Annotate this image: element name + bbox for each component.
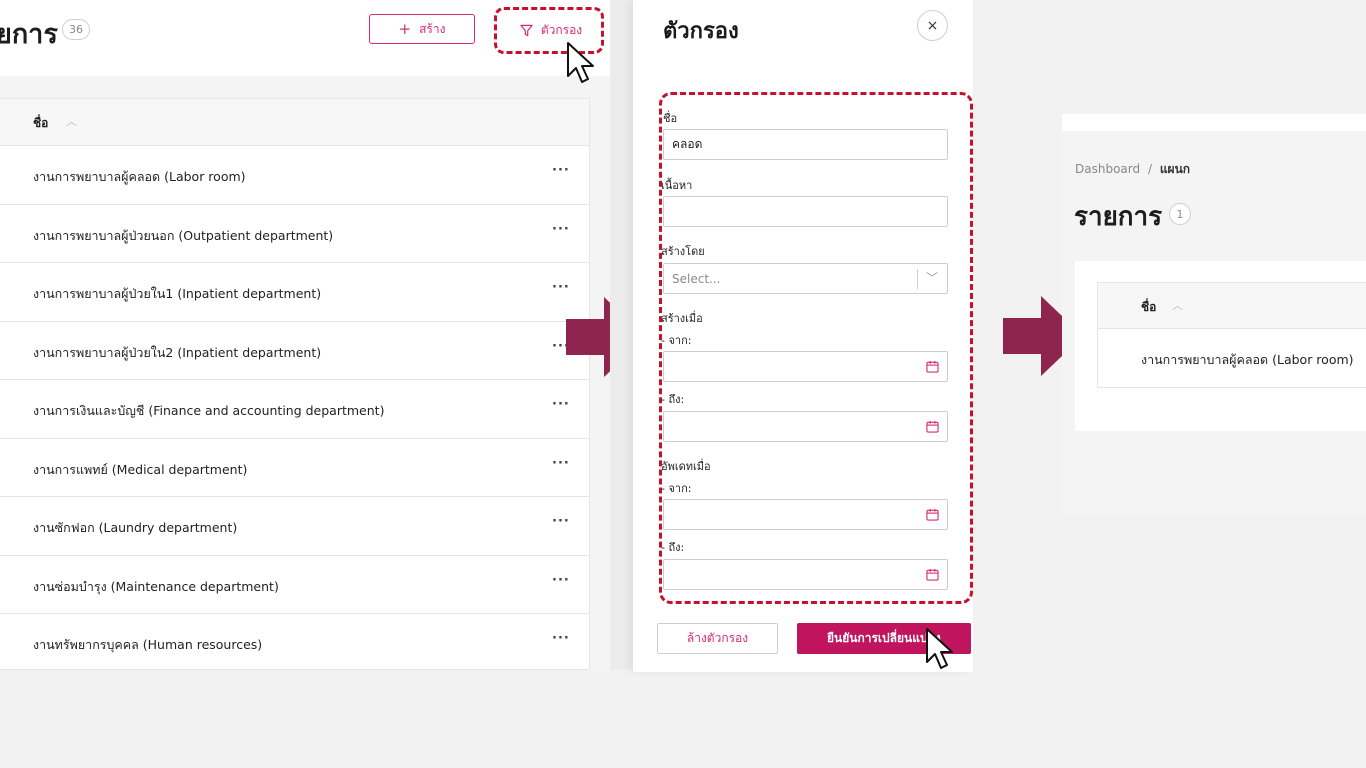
drawer-title: ตัวกรอง [663, 19, 739, 44]
updated-to-label: - ถึง: [661, 541, 685, 554]
created-by-label: สร้างโดย [661, 245, 705, 258]
create-button-label: สร้าง [419, 21, 446, 36]
calendar-icon[interactable] [926, 420, 939, 433]
table-row[interactable]: งานการพยาบาลผู้ป่วยใน1 (Inpatient depart… [0, 263, 589, 322]
create-button[interactable]: + สร้าง [369, 14, 475, 44]
name-input-value: คลอด [672, 137, 703, 151]
sort-ascending-icon[interactable]: ︿ [66, 113, 77, 129]
close-button[interactable]: × [917, 10, 948, 41]
table-row[interactable]: งานซักฟอก (Laundry department) ··· [0, 497, 589, 556]
calendar-icon[interactable] [926, 360, 939, 373]
table-row-label: งานซ่อมบำรุง (Maintenance department) [33, 578, 279, 594]
name-field-label: ชื่อ [663, 112, 678, 125]
sort-ascending-icon[interactable]: ︿ [1172, 297, 1183, 313]
table-header: ชื่อ ︿ [0, 99, 589, 146]
page-title: ยการ [0, 19, 58, 50]
table-row-label: งานการพยาบาลผู้คลอด (Labor room) [1141, 352, 1354, 367]
table-row-label: งานการพยาบาลผู้คลอด (Labor room) [33, 169, 246, 184]
result-top-bar [1062, 114, 1366, 131]
updated-from-label: - จาก: [661, 482, 692, 495]
updated-to-date-input[interactable] [663, 559, 948, 590]
content-input[interactable] [663, 196, 948, 227]
breadcrumb-current: แผนก [1159, 162, 1191, 176]
mouse-cursor-icon [567, 42, 594, 83]
more-options-icon[interactable]: ··· [552, 631, 570, 646]
created-from-date-input[interactable] [663, 351, 948, 382]
table-row[interactable]: งานทรัพยากรบุคคล (Human resources) ··· [0, 614, 589, 670]
calendar-icon[interactable] [926, 508, 939, 521]
created-to-label: - ถึง: [661, 393, 685, 406]
more-options-icon[interactable]: ··· [552, 280, 570, 295]
content-field-label: เนื้อหา [661, 179, 693, 192]
table-row-label: งานการพยาบาลผู้ป่วยนอก (Outpatient depar… [33, 227, 334, 243]
table-row-label: งานการพยาบาลผู้ป่วยใน2 (Inpatient depart… [33, 344, 322, 360]
close-icon: × [926, 17, 939, 34]
table-row[interactable]: งานการเงินและบัญชี (Finance and accounti… [0, 380, 589, 439]
created-by-select[interactable]: Select... ﹀ [663, 263, 948, 294]
table-row-label: งานซักฟอก (Laundry department) [33, 520, 238, 535]
table-row-label: งานการแพทย์ (Medical department) [33, 461, 248, 477]
select-placeholder: Select... [672, 271, 721, 286]
department-table: ชื่อ ︿ งานการพยาบาลผู้คลอด (Labor room) ·… [0, 98, 590, 670]
breadcrumb-separator: / [1147, 162, 1152, 176]
column-header-name[interactable]: ชื่อ [33, 114, 48, 133]
calendar-icon[interactable] [926, 568, 939, 581]
table-row[interactable]: งานการพยาบาลผู้คลอด (Labor room) ··· [0, 146, 589, 205]
select-separator [917, 269, 918, 289]
table-row-label: งานทรัพยากรบุคคล (Human resources) [33, 637, 263, 652]
column-header-name[interactable]: ชื่อ [1141, 298, 1156, 317]
more-options-icon[interactable]: ··· [552, 163, 570, 178]
plus-icon: + [398, 20, 412, 38]
more-options-icon[interactable]: ··· [552, 397, 570, 412]
count-badge: 1 [1169, 203, 1191, 225]
table-row-label: งานการพยาบาลผู้ป่วยใน1 (Inpatient depart… [33, 286, 322, 301]
more-options-icon[interactable]: ··· [552, 514, 570, 529]
more-options-icon[interactable]: ··· [552, 456, 570, 471]
updated-from-date-input[interactable] [663, 499, 948, 530]
more-options-icon[interactable]: ··· [552, 573, 570, 588]
table-row[interactable]: งานซ่อมบำรุง (Maintenance department) ··· [0, 556, 589, 614]
more-options-icon[interactable]: ··· [552, 222, 570, 237]
created-at-label: สร้างเมื่อ [661, 312, 703, 325]
name-input[interactable]: คลอด [663, 129, 948, 160]
table-row[interactable]: งานการแพทย์ (Medical department) ··· [0, 439, 589, 497]
breadcrumb-dashboard-link[interactable]: Dashboard [1075, 162, 1140, 176]
chevron-down-icon[interactable]: ﹀ [926, 269, 938, 286]
table-row[interactable]: งานการพยาบาลผู้ป่วยนอก (Outpatient depar… [0, 205, 589, 263]
drawer-backdrop [610, 0, 634, 670]
count-badge: 36 [62, 19, 90, 40]
clear-filter-button[interactable]: ล้างตัวกรอง [657, 623, 778, 654]
breadcrumb: Dashboard / แผนก [1075, 160, 1190, 179]
department-list-panel: ยการ 36 + สร้าง ตัวกรอง ชื่อ ︿ งานการพยา… [0, 0, 610, 670]
created-from-label: - จาก: [661, 334, 692, 347]
table-header [1097, 282, 1366, 329]
table-row-label: งานการเงินและบัญชี (Finance and accounti… [33, 403, 385, 418]
created-to-date-input[interactable] [663, 411, 948, 442]
table-row[interactable]: งานการพยาบาลผู้ป่วยใน2 (Inpatient depart… [0, 322, 589, 380]
mouse-cursor-icon [926, 628, 953, 669]
clear-filter-label: ล้างตัวกรอง [686, 631, 749, 645]
updated-at-label: อัพเดทเมื่อ [661, 460, 711, 473]
page-title: รายการ [1074, 202, 1163, 232]
